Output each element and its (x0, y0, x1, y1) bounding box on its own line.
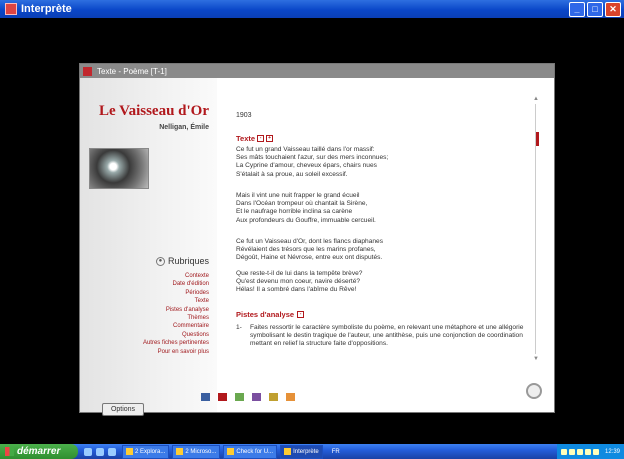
rubrique-link[interactable]: Pour en savoir plus (143, 348, 209, 356)
start-button[interactable]: démarrer (0, 444, 78, 459)
clock: 12:39 (604, 448, 620, 455)
rubriques-heading-label: Rubriques (167, 256, 209, 266)
rubrique-link[interactable]: Date d'édition (143, 280, 209, 288)
taskbar-item-label: Check for U... (236, 448, 274, 455)
verse-line: Ce fut un Vaisseau d'Or, dont les flancs… (236, 238, 384, 245)
app-panel: Texte - Poème [T-1] Le Vaisseau d'Or Nel… (79, 63, 555, 416)
verse-line: Et le naufrage horrible inclina sa carèn… (236, 208, 353, 216)
system-tray: 12:39 (556, 444, 624, 459)
verse-line: Dégoût, Haine et Névrose, entre eux ont … (236, 254, 383, 262)
poem-author: Nelligan, Émile (159, 124, 209, 131)
word-icon (176, 448, 184, 455)
color-swatch[interactable] (286, 393, 295, 401)
scroll-up-icon[interactable]: ▲ (533, 96, 539, 102)
close-button[interactable]: ✕ (605, 1, 621, 17)
scroll-down-icon[interactable]: ▼ (533, 356, 539, 362)
minus-icon[interactable]: - (297, 311, 305, 318)
language-indicator[interactable]: FR (332, 449, 340, 455)
app-icon (5, 3, 17, 15)
quick-launch (84, 447, 116, 456)
taskbar-item[interactable]: 2 Explora... (122, 444, 170, 459)
color-swatch[interactable] (252, 393, 261, 401)
tray-icon[interactable] (568, 448, 575, 455)
windows-flag-icon (5, 447, 14, 456)
quick-launch-icon[interactable] (96, 447, 104, 456)
verse-line: Qu'est devenu mon coeur, navire déserté? (236, 278, 361, 286)
stanza: Mais il vint une nuit frapper le grand é… (236, 192, 526, 225)
stanza: Ce fut un Vaisseau d'Or, dont les flancs… (236, 238, 526, 263)
pistes-heading-label: Pistes d'analyse (236, 310, 295, 319)
options-button[interactable]: Options (102, 403, 144, 416)
poem-title: Le Vaisseau d'Or (98, 103, 209, 119)
rubrique-link[interactable]: Autres fiches pertinentes (143, 339, 209, 347)
pistes-heading: Pistes d'analyse - (236, 310, 305, 319)
minus-icon[interactable]: - (257, 135, 265, 142)
rubrique-link[interactable]: Périodes (143, 289, 209, 297)
plus-icon[interactable]: + (266, 135, 274, 142)
verse-line: Ses mâts touchaient l'azur, sur des mers… (236, 154, 389, 162)
window-title-bar: Interprète _ □ ✕ (0, 0, 624, 18)
color-swatch[interactable] (218, 393, 227, 401)
app-icon (284, 448, 292, 455)
start-label: démarrer (17, 446, 61, 457)
verse-line: Dans l'Océan trompeur où chantait la Sir… (236, 200, 368, 208)
folder-icon (126, 448, 133, 455)
stanza: Que reste-t-il de lui dans la tempête br… (236, 270, 526, 295)
color-swatches (201, 393, 295, 401)
rubrique-link[interactable]: Contexte (143, 272, 209, 280)
taskbar-item-label: 2 Explora... (135, 448, 166, 455)
verse-line: S'étalait à sa proue, au soleil excessif… (236, 170, 348, 178)
stanza: Ce fut un grand Vaisseau taillé dans l'o… (236, 146, 526, 179)
quick-launch-icon[interactable] (108, 447, 116, 456)
poem-illustration[interactable] (89, 148, 149, 189)
app-header-bar: Texte - Poème [T-1] (80, 64, 554, 78)
taskbar-item[interactable]: Interprète (280, 444, 323, 459)
header-square-icon (83, 66, 92, 76)
rubrique-link[interactable]: Questions (143, 331, 209, 339)
tray-icon[interactable] (584, 448, 591, 455)
tray-icon[interactable] (576, 448, 583, 455)
tray-icon[interactable] (560, 448, 567, 455)
tray-icon[interactable] (592, 448, 599, 455)
rubrique-link[interactable]: Texte (143, 297, 209, 305)
texte-heading-label: Texte (236, 134, 256, 143)
taskbar-item[interactable]: Check for U... (223, 444, 278, 459)
app-header-title: Texte - Poème [T-1] (97, 66, 167, 76)
verse-line: Que reste-t-il de lui dans la tempête br… (236, 270, 363, 277)
piste-text: Faites ressortir le caractère symboliste… (250, 324, 524, 348)
piste-item: 1- Faites ressortir le caractère symboli… (236, 324, 528, 349)
quick-launch-icon[interactable] (84, 447, 92, 456)
poem-year: 1903 (236, 112, 252, 119)
verse-line: Hélas! Il a sombré dans l'abîme du Rêve! (236, 286, 357, 294)
verse-line: Révélaient des trésors que les marins pr… (236, 246, 376, 254)
rubriques-list: Contexte Date d'édition Périodes Texte P… (143, 272, 209, 356)
verse-line: La Cyprine d'amour, cheveux épars, chair… (236, 162, 377, 170)
taskbar-item[interactable]: 2 Microso... (172, 444, 221, 459)
rubriques-icon: ● (155, 256, 165, 266)
maximize-button[interactable]: □ (587, 1, 603, 17)
rubriques-heading: ● Rubriques (155, 256, 209, 266)
taskbar-item-label: 2 Microso... (185, 448, 217, 455)
color-swatch[interactable] (201, 393, 210, 401)
verse-line: Mais il vint une nuit frapper le grand é… (236, 192, 360, 199)
taskbar: démarrer 2 Explora... 2 Microso... Check… (0, 444, 624, 459)
verse-line: Ce fut un grand Vaisseau taillé dans l'o… (236, 146, 375, 153)
color-swatch[interactable] (235, 393, 244, 401)
window-title: Interprète (21, 3, 72, 15)
vertical-scrollbar[interactable]: ▲ ▼ (533, 96, 540, 362)
taskbar-item-label: Interprète (293, 448, 319, 455)
verse-line: Aux profondeurs du Gouffre, immuable cer… (236, 216, 376, 224)
rubrique-link[interactable]: Thèmes (143, 314, 209, 322)
rubrique-link[interactable]: Commentaire (143, 322, 209, 330)
rubrique-link[interactable]: Pistes d'analyse (143, 306, 209, 314)
update-icon (227, 448, 235, 455)
left-pane: Le Vaisseau d'Or Nelligan, Émile ● Rubri… (80, 78, 217, 416)
color-swatch[interactable] (269, 393, 278, 401)
scrollbar-thumb[interactable] (536, 132, 539, 146)
piste-number: 1- (236, 324, 242, 331)
minimize-button[interactable]: _ (569, 1, 585, 17)
texte-heading: Texte - + (236, 134, 274, 143)
search-icon[interactable] (526, 383, 542, 399)
